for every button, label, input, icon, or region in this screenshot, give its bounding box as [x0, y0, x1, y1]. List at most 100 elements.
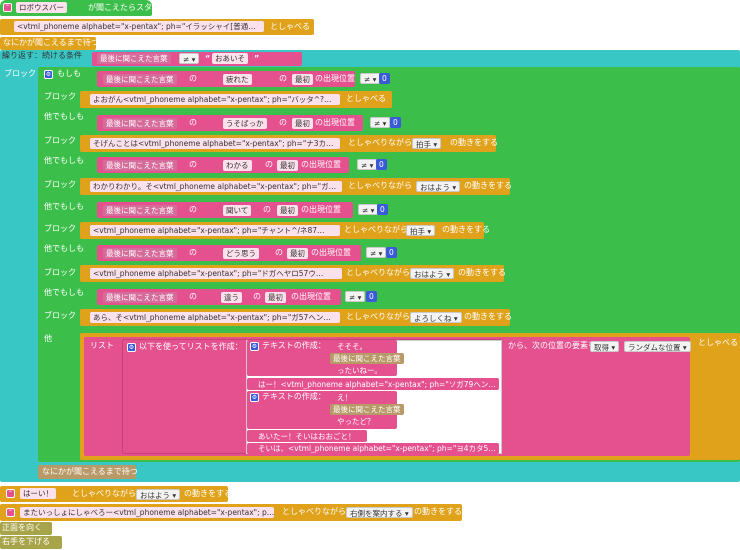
cond-word-1[interactable]: うそばっか — [223, 118, 267, 129]
cond-first-0[interactable]: 最初 — [292, 74, 313, 85]
elif-label-4: 他でもしも — [44, 244, 84, 253]
cond-position-4[interactable]: 最後に聞こえた言葉 の どう思う の 最初 の出現位置 — [97, 245, 361, 261]
cond-neq-3[interactable]: ≠ — [358, 204, 379, 215]
speak-text-0[interactable]: よおがん<vtml_phoneme alphabet="x-pentax"; p… — [90, 94, 340, 105]
text-item-2a[interactable]: え！ — [334, 392, 355, 403]
face-front-block[interactable]: 正面を向く — [0, 522, 52, 535]
settings-icon[interactable]: ⚙ — [250, 342, 259, 351]
string-item-s2[interactable]: あいたー！そいはおおごと！ — [247, 430, 367, 442]
text-item-1a[interactable]: そそそ。 — [334, 341, 370, 352]
speak-motion-block-tail2[interactable]: “ またいっしょにしゃべろー<vtml_phoneme alphabet="x-… — [0, 504, 462, 521]
text-item-2c[interactable]: やったど？ — [334, 416, 378, 427]
speak-motion-1[interactable]: 拍手 — [412, 138, 442, 149]
speak-motion-2[interactable]: おはよう — [416, 181, 461, 192]
speak-text-1[interactable]: そげんことは<vtml_phoneme alphabet="x-pentax";… — [90, 138, 340, 149]
text-item-1b: 最後に聞こえた言葉 — [330, 353, 404, 364]
settings-icon[interactable]: ⚙ — [44, 70, 53, 79]
cond-zero-5[interactable]: 0 — [366, 291, 377, 302]
hat-phrase[interactable]: ロボウスバー — [16, 2, 67, 13]
string-item-s3[interactable]: そいは、<vtml_phoneme alphabet="x-pentax"; p… — [247, 443, 499, 454]
speak-block-5[interactable]: あら、そ<vtml_phoneme alphabet="x-pentax"; p… — [80, 309, 512, 326]
cond-word-3[interactable]: 聞いて — [223, 205, 252, 216]
speak-text-5[interactable]: あら、そ<vtml_phoneme alphabet="x-pentax"; p… — [90, 312, 340, 323]
tail2-text[interactable]: またいっしょにしゃべろー<vtml_phoneme alphabet="x-pe… — [20, 507, 274, 518]
cond-zero-2[interactable]: 0 — [376, 159, 387, 170]
block-label-2: ブロック — [44, 180, 76, 189]
speak-action-3: としゃべりながら — [344, 225, 408, 234]
cond-last-heard-4: 最後に聞こえた言葉 — [103, 248, 177, 259]
cond-pos-0: の出現位置 — [315, 74, 355, 83]
string-item-s1[interactable]: はー！<vtml_phoneme alphabet="x-pentax"; ph… — [247, 378, 499, 390]
speak-tail-2: の動きをする — [464, 181, 512, 190]
speak-block-3[interactable]: <vtml_phoneme alphabet="x-pentax"; ph="チ… — [80, 222, 490, 239]
speak-text-4[interactable]: <vtml_phoneme alphabet="x-pentax"; ph="ド… — [90, 268, 342, 279]
elif-label-1: 他でもしも — [44, 112, 84, 121]
repeat-block-label: ブロック — [4, 69, 36, 78]
speak-action-1: としゃべりながら — [348, 138, 412, 147]
cond-first-3[interactable]: 最初 — [277, 205, 298, 216]
speak-block-intro[interactable]: <vtml_phoneme alphabet="x-pentax"; ph="イ… — [0, 19, 314, 35]
string-text-s3[interactable]: そいは、<vtml_phoneme alphabet="x-pentax"; p… — [255, 443, 499, 453]
speak-text-intro[interactable]: <vtml_phoneme alphabet="x-pentax"; ph="イ… — [14, 21, 264, 32]
text-item-2b: 最後に聞こえた言葉 — [330, 404, 404, 415]
cond-zero-4[interactable]: 0 — [386, 247, 397, 258]
cond-first-1[interactable]: 最初 — [292, 118, 313, 129]
repeat-condition[interactable]: 最後に聞こえた言葉 ≠ “ おあいそ ” — [92, 52, 302, 66]
speak-text-2[interactable]: わかりわかり。そ<vtml_phoneme alphabet="x-pentax… — [90, 181, 342, 192]
string-text-s2[interactable]: あいたー！そいはおおごと！ — [255, 431, 359, 441]
cond-word-2[interactable]: わかる — [223, 160, 252, 171]
cond-position-1[interactable]: 最後に聞こえた言葉 の うそばっか の 最初 の出現位置 — [97, 115, 363, 131]
cond-word-4[interactable]: どう思う — [223, 248, 259, 259]
wait-until-label-2: なにかが聞こえるまで待つ — [42, 467, 138, 476]
cond-position-0[interactable]: 最後に聞こえた言葉 の 疲れた の 最初 の出現位置 — [97, 71, 355, 87]
string-text-s1[interactable]: はー！<vtml_phoneme alphabet="x-pentax"; ph… — [255, 379, 499, 389]
cond-neq-4[interactable]: ≠ — [366, 247, 387, 258]
cond-zero-0[interactable]: 0 — [379, 73, 390, 84]
cond-pos-2: の出現位置 — [301, 160, 341, 169]
text-item-1c[interactable]: ったいねー。 — [334, 365, 385, 376]
wait-until-heard-block[interactable]: なにかが聞こえるまで待つ — [0, 37, 99, 50]
cond-position-3[interactable]: 最後に聞こえた言葉 の 聞いて の 最初 の出現位置 — [97, 202, 353, 218]
speak-block-1[interactable]: そげんことは<vtml_phoneme alphabet="x-pentax";… — [80, 135, 498, 152]
cond-zero-3[interactable]: 0 — [377, 204, 388, 215]
random-dropdown[interactable]: ランダムな位置 — [624, 341, 691, 352]
cond-word-5[interactable]: 違う — [221, 292, 242, 303]
speak-motion-4[interactable]: おはよう — [410, 268, 455, 279]
cond-zero-1[interactable]: 0 — [390, 117, 401, 128]
cond-pos-3: の出現位置 — [301, 205, 341, 214]
cond-neq-5[interactable]: ≠ — [345, 291, 366, 302]
cond-position-5[interactable]: 最後に聞こえた言葉 の 違う の 最初 の出現位置 — [97, 289, 341, 305]
speak-block-2[interactable]: わかりわかり。そ<vtml_phoneme alphabet="x-pentax… — [80, 178, 512, 195]
speak-block-4[interactable]: <vtml_phoneme alphabet="x-pentax"; ph="ド… — [80, 265, 506, 282]
when-heard-hat-block[interactable]: “ ロボウスバー が聞こえたらスタート — [0, 0, 168, 16]
speak-motion-5[interactable]: よろしくね — [410, 312, 462, 323]
tail1-motion[interactable]: おはよう — [136, 489, 181, 500]
speak-text-3[interactable]: <vtml_phoneme alphabet="x-pentax"; ph="チ… — [90, 225, 340, 236]
quote-icon: “ — [3, 3, 12, 12]
settings-icon[interactable]: ⚙ — [127, 343, 136, 352]
cond-of-4: の — [189, 248, 197, 257]
if-label: もしも — [57, 69, 81, 78]
cond-position-2[interactable]: 最後に聞こえた言葉 の わかる の 最初 の出現位置 — [97, 157, 349, 173]
speak-block-0[interactable]: よおがん<vtml_phoneme alphabet="x-pentax"; p… — [80, 91, 392, 108]
repeat-op-dropdown[interactable]: ≠ — [179, 53, 200, 64]
cond-first-5[interactable]: 最初 — [265, 292, 286, 303]
tail2-motion[interactable]: 右側を案内する — [346, 507, 413, 518]
settings-icon[interactable]: ⚙ — [250, 393, 259, 402]
cond-first-4[interactable]: 最初 — [287, 248, 308, 259]
repeat-last-heard: 最後に聞こえた言葉 — [97, 53, 171, 64]
cond-word-0[interactable]: 疲れた — [223, 74, 252, 85]
speak-motion-3[interactable]: 拍手 — [406, 225, 436, 236]
cond-neq-1[interactable]: ≠ — [370, 117, 391, 128]
wait-until-heard-block-2[interactable]: なにかが聞こえるまで待つ — [38, 465, 138, 479]
get-dropdown[interactable]: 取得 — [590, 341, 620, 352]
repeat-word[interactable]: おあいそ — [212, 53, 248, 64]
cond-first-2[interactable]: 最初 — [277, 160, 298, 171]
lower-right-hand-block[interactable]: 右手を下げる — [0, 536, 62, 549]
cond-last-heard-3: 最後に聞こえた言葉 — [103, 205, 177, 216]
speak-motion-block-tail1[interactable]: “ はーい！ としゃべりながら おはよう の動きをする — [0, 486, 232, 502]
cond-neq-2[interactable]: ≠ — [357, 159, 378, 170]
cond-neq-0[interactable]: ≠ — [360, 73, 381, 84]
quote-icon: “ — [6, 508, 15, 517]
tail1-text[interactable]: はーい！ — [20, 488, 56, 499]
